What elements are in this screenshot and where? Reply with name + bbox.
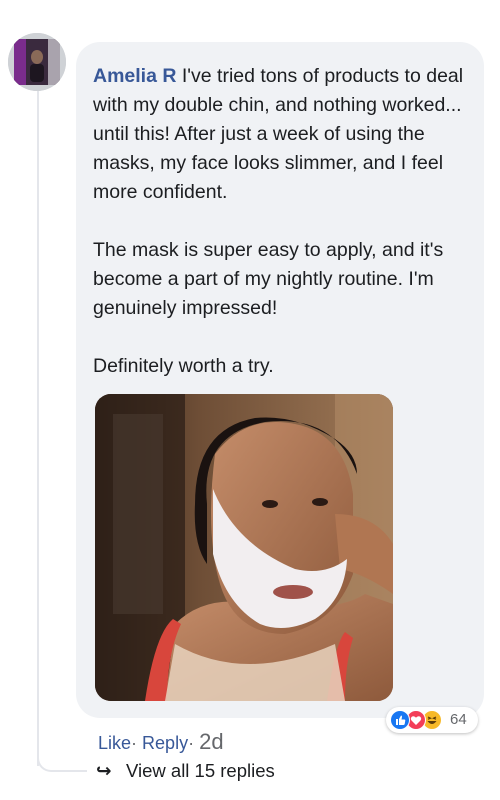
like-button[interactable]: Like (98, 733, 131, 753)
avatar-image (8, 33, 66, 91)
thread-line (37, 86, 39, 766)
thread-connector (37, 750, 87, 772)
comment-paragraph: The mask is super easy to apply, and it'… (93, 239, 444, 319)
separator: · (188, 733, 195, 753)
reaction-count: 64 (450, 711, 467, 728)
comment-thread: Amelia R I've tried tons of products to … (0, 0, 500, 800)
comment-actions: Like· Reply· 2d (98, 728, 224, 756)
comment-timestamp[interactable]: 2d (199, 729, 223, 754)
comment-paragraph: Amelia R I've tried tons of products to … (93, 62, 478, 207)
comment-author[interactable]: Amelia R (93, 65, 176, 87)
reply-arrow-icon: ↪ (96, 760, 112, 781)
comment-paragraph: Definitely worth a try. (93, 355, 274, 377)
like-icon (390, 710, 410, 730)
view-replies-link[interactable]: ↪ View all 15 replies (96, 757, 275, 785)
comment-body: Amelia R I've tried tons of products to … (93, 62, 478, 381)
separator: · (131, 733, 138, 753)
view-replies-label: View all 15 replies (126, 760, 275, 781)
face-mask-photo (95, 394, 393, 701)
avatar[interactable] (8, 33, 66, 91)
comment-photo[interactable] (95, 394, 393, 701)
reactions-summary[interactable]: 64 (386, 707, 478, 733)
reply-button[interactable]: Reply (142, 733, 188, 753)
